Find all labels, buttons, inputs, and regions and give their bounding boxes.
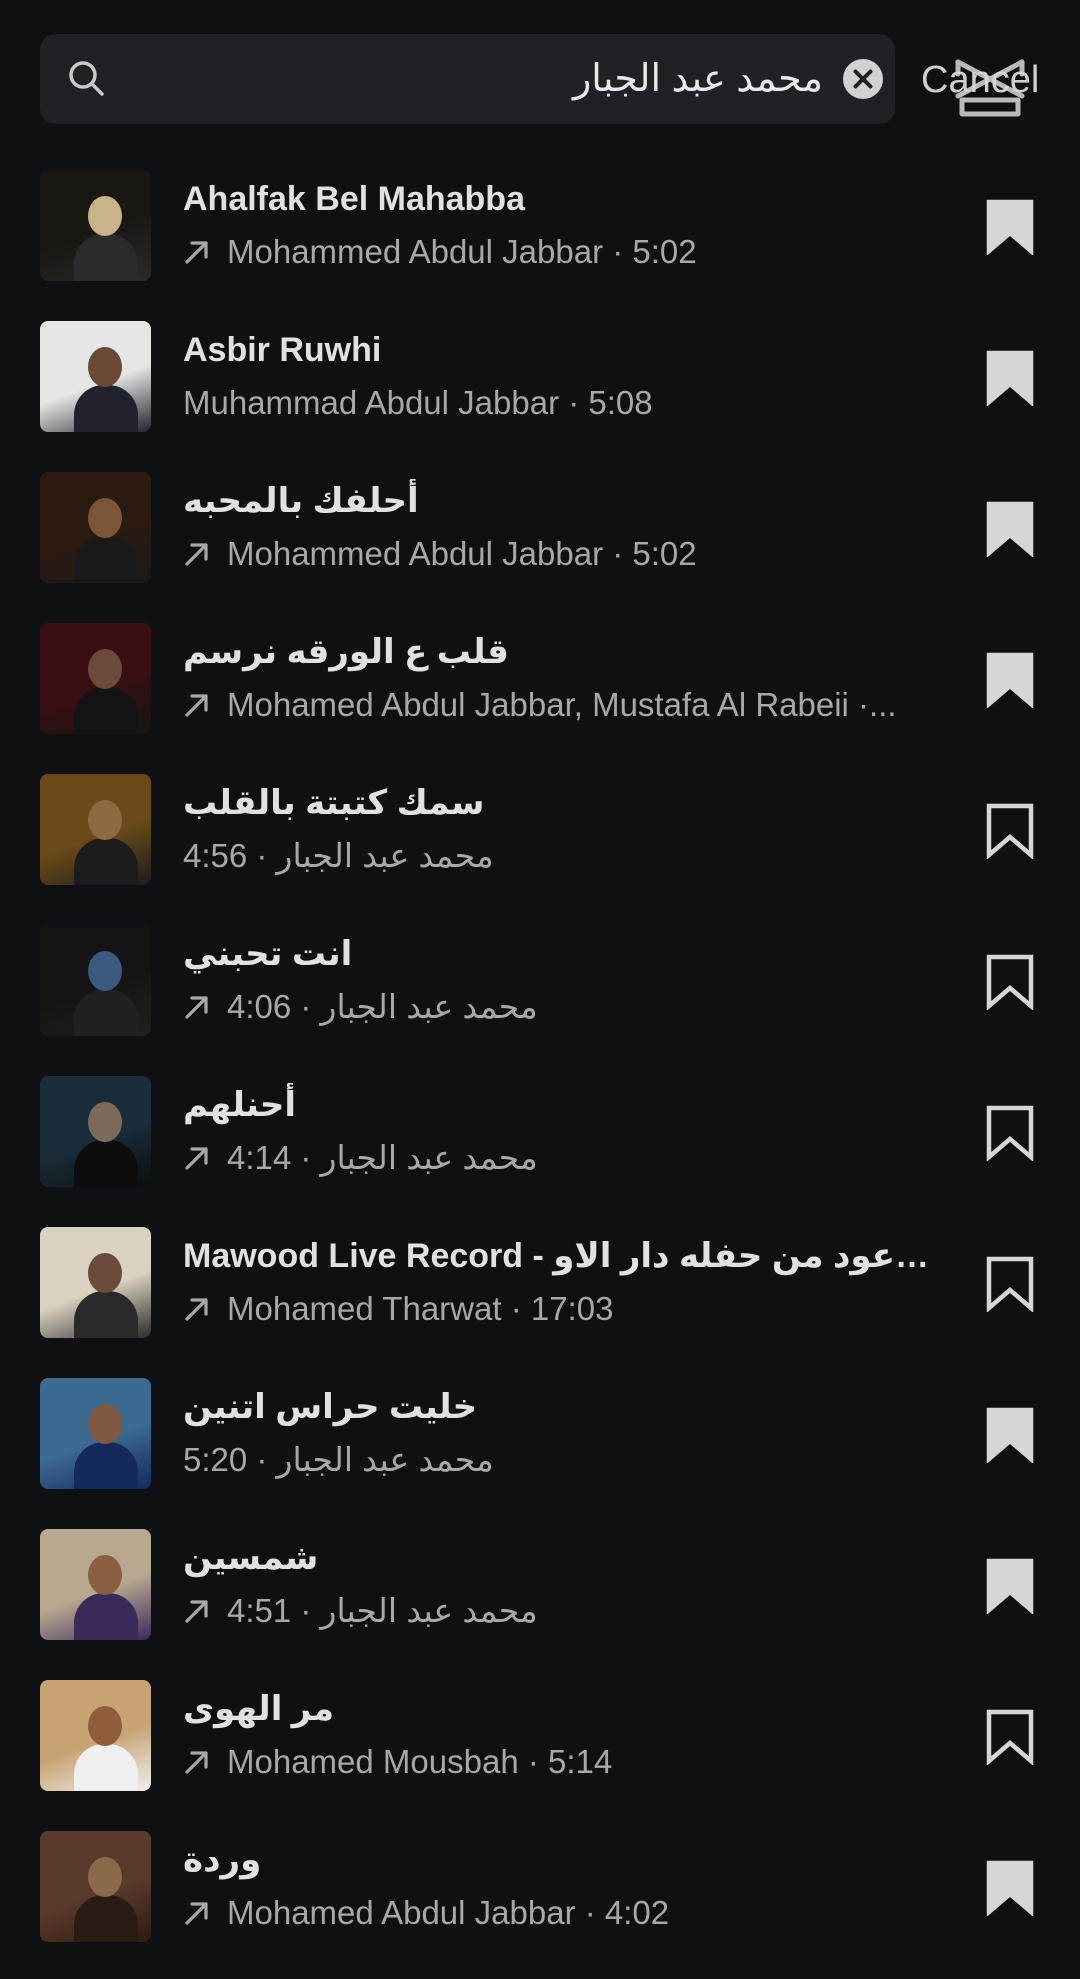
- bookmark-icon[interactable]: [985, 803, 1035, 859]
- result-subtitle: محمد عبد الجبار · 4:14: [183, 1136, 943, 1180]
- result-title: Asbir Ruwhi: [183, 331, 382, 369]
- search-query-text[interactable]: محمد عبد الجبار: [573, 50, 823, 108]
- artist-duration-text: محمد عبد الجبار · 4:51: [227, 1592, 538, 1629]
- album-art-thumbnail: [40, 1831, 151, 1942]
- result-row[interactable]: Mawood Live Record - موعود من حفله دار ا…: [0, 1224, 1080, 1375]
- artist-duration-text: محمد عبد الجبار · 4:56: [183, 837, 494, 874]
- trending-arrow-icon: [185, 694, 208, 717]
- result-subtitle: Muhammad Abdul Jabbar · 5:08: [183, 381, 943, 425]
- trending-arrow-icon: [185, 543, 208, 566]
- album-art-thumbnail: [40, 472, 151, 583]
- artist-duration-text: محمد عبد الجبار · 5:20: [183, 1441, 494, 1478]
- result-row[interactable]: وردة Mohamed Abdul Jabbar · 4:02: [0, 1828, 1080, 1979]
- result-subtitle: محمد عبد الجبار · 4:56: [183, 834, 943, 878]
- artist-duration-text: Mohammed Abdul Jabbar · 5:02: [227, 535, 697, 572]
- result-row[interactable]: مر الهوى Mohamed Mousbah · 5:14: [0, 1677, 1080, 1828]
- result-title: مر الهوى: [183, 1690, 334, 1728]
- result-title: انت تحبني: [183, 935, 353, 973]
- trending-arrow-icon: [185, 241, 208, 264]
- result-subtitle: محمد عبد الجبار · 4:51: [183, 1589, 943, 1633]
- result-subtitle: Mohammed Abdul Jabbar · 5:02: [183, 230, 943, 274]
- clear-icon[interactable]: [841, 57, 885, 101]
- result-title: أحلفك بالمحبه: [183, 482, 419, 520]
- bookmark-icon[interactable]: [985, 1709, 1035, 1765]
- result-row[interactable]: شمسين محمد عبد الجبار · 4:51: [0, 1526, 1080, 1677]
- result-row[interactable]: أحنلهم محمد عبد الجبار · 4:14: [0, 1073, 1080, 1224]
- result-row[interactable]: انت تحبني محمد عبد الجبار · 4:06: [0, 922, 1080, 1073]
- trending-arrow-icon: [185, 1600, 208, 1623]
- album-art-thumbnail: [40, 1680, 151, 1791]
- trending-arrow-icon: [185, 1298, 208, 1321]
- album-art-thumbnail: [40, 1076, 151, 1187]
- bookmark-icon[interactable]: [985, 501, 1035, 557]
- trending-arrow-icon: [185, 1751, 208, 1774]
- bookmark-icon[interactable]: [985, 1105, 1035, 1161]
- album-art-thumbnail: [40, 170, 151, 281]
- bookmark-icon[interactable]: [985, 652, 1035, 708]
- bookmark-icon[interactable]: [985, 1558, 1035, 1614]
- cancel-button[interactable]: Cancel: [921, 50, 1039, 110]
- bookmark-icon[interactable]: [985, 1860, 1035, 1916]
- artist-duration-text: محمد عبد الجبار · 4:14: [227, 1139, 538, 1176]
- result-title: شمسين: [183, 1539, 319, 1577]
- result-title: وردة: [183, 1841, 262, 1879]
- search-bar: محمد عبد الجبار Cancel: [0, 0, 1080, 160]
- result-subtitle: Mohamed Abdul Jabbar, Mustafa Al Rabeii …: [183, 683, 943, 727]
- search-input[interactable]: محمد عبد الجبار: [40, 34, 895, 124]
- album-art-thumbnail: [40, 1378, 151, 1489]
- result-title: Mawood Live Record - موعود من حفله دار ا…: [183, 1237, 943, 1275]
- result-subtitle: Mohamed Abdul Jabbar · 4:02: [183, 1891, 943, 1935]
- artist-duration-text: محمد عبد الجبار · 4:06: [227, 988, 538, 1025]
- album-art-thumbnail: [40, 774, 151, 885]
- album-art-thumbnail: [40, 1529, 151, 1640]
- artist-duration-text: Mohamed Abdul Jabbar · 4:02: [227, 1894, 670, 1931]
- bookmark-icon[interactable]: [985, 1407, 1035, 1463]
- trending-arrow-icon: [185, 1147, 208, 1170]
- artist-duration-text: Mohamed Mousbah · 5:14: [227, 1743, 613, 1780]
- search-icon: [69, 61, 104, 96]
- album-art-thumbnail: [40, 321, 151, 432]
- result-subtitle: Mohamed Tharwat · 17:03: [183, 1287, 943, 1331]
- album-art-thumbnail: [40, 925, 151, 1036]
- result-row[interactable]: أحلفك بالمحبه Mohammed Abdul Jabbar · 5:0…: [0, 469, 1080, 620]
- artist-duration-text: Muhammad Abdul Jabbar · 5:08: [183, 384, 653, 421]
- result-subtitle: Mohamed Mousbah · 5:14: [183, 1740, 943, 1784]
- artist-duration-text: Mohammed Abdul Jabbar · 5:02: [227, 233, 697, 270]
- result-title: قلب ع الورقه نرسم: [183, 633, 509, 671]
- bookmark-icon[interactable]: [985, 350, 1035, 406]
- result-title: Ahalfak Bel Mahabba: [183, 180, 525, 218]
- trending-arrow-icon: [185, 1902, 208, 1925]
- result-title: سمك كتبتة بالقلب: [183, 784, 485, 822]
- result-subtitle: Mohammed Abdul Jabbar · 5:02: [183, 532, 943, 576]
- artist-duration-text: Mohamed Tharwat · 17:03: [227, 1290, 614, 1327]
- trending-arrow-icon: [185, 996, 208, 1019]
- bookmark-icon[interactable]: [985, 954, 1035, 1010]
- artist-duration-text: Mohamed Abdul Jabbar, Mustafa Al Rabeii …: [227, 686, 897, 723]
- bookmark-icon[interactable]: [985, 199, 1035, 255]
- result-title: أحنلهم: [183, 1086, 297, 1124]
- result-title: خليت حراس اتنين: [183, 1388, 478, 1426]
- result-row[interactable]: خليت حراس اتنين محمد عبد الجبار · 5:20: [0, 1375, 1080, 1526]
- result-row[interactable]: Asbir Ruwhi Muhammad Abdul Jabbar · 5:08: [0, 318, 1080, 469]
- result-subtitle: محمد عبد الجبار · 5:20: [183, 1438, 943, 1482]
- result-subtitle: محمد عبد الجبار · 4:06: [183, 985, 943, 1029]
- result-row[interactable]: Ahalfak Bel Mahabba Mohammed Abdul Jabbar…: [0, 167, 1080, 318]
- album-art-thumbnail: [40, 623, 151, 734]
- bookmark-icon[interactable]: [985, 1256, 1035, 1312]
- result-row[interactable]: سمك كتبتة بالقلب محمد عبد الجبار · 4:56: [0, 771, 1080, 922]
- result-row[interactable]: قلب ع الورقه نرسم Mohamed Abdul Jabbar, M…: [0, 620, 1080, 771]
- album-art-thumbnail: [40, 1227, 151, 1338]
